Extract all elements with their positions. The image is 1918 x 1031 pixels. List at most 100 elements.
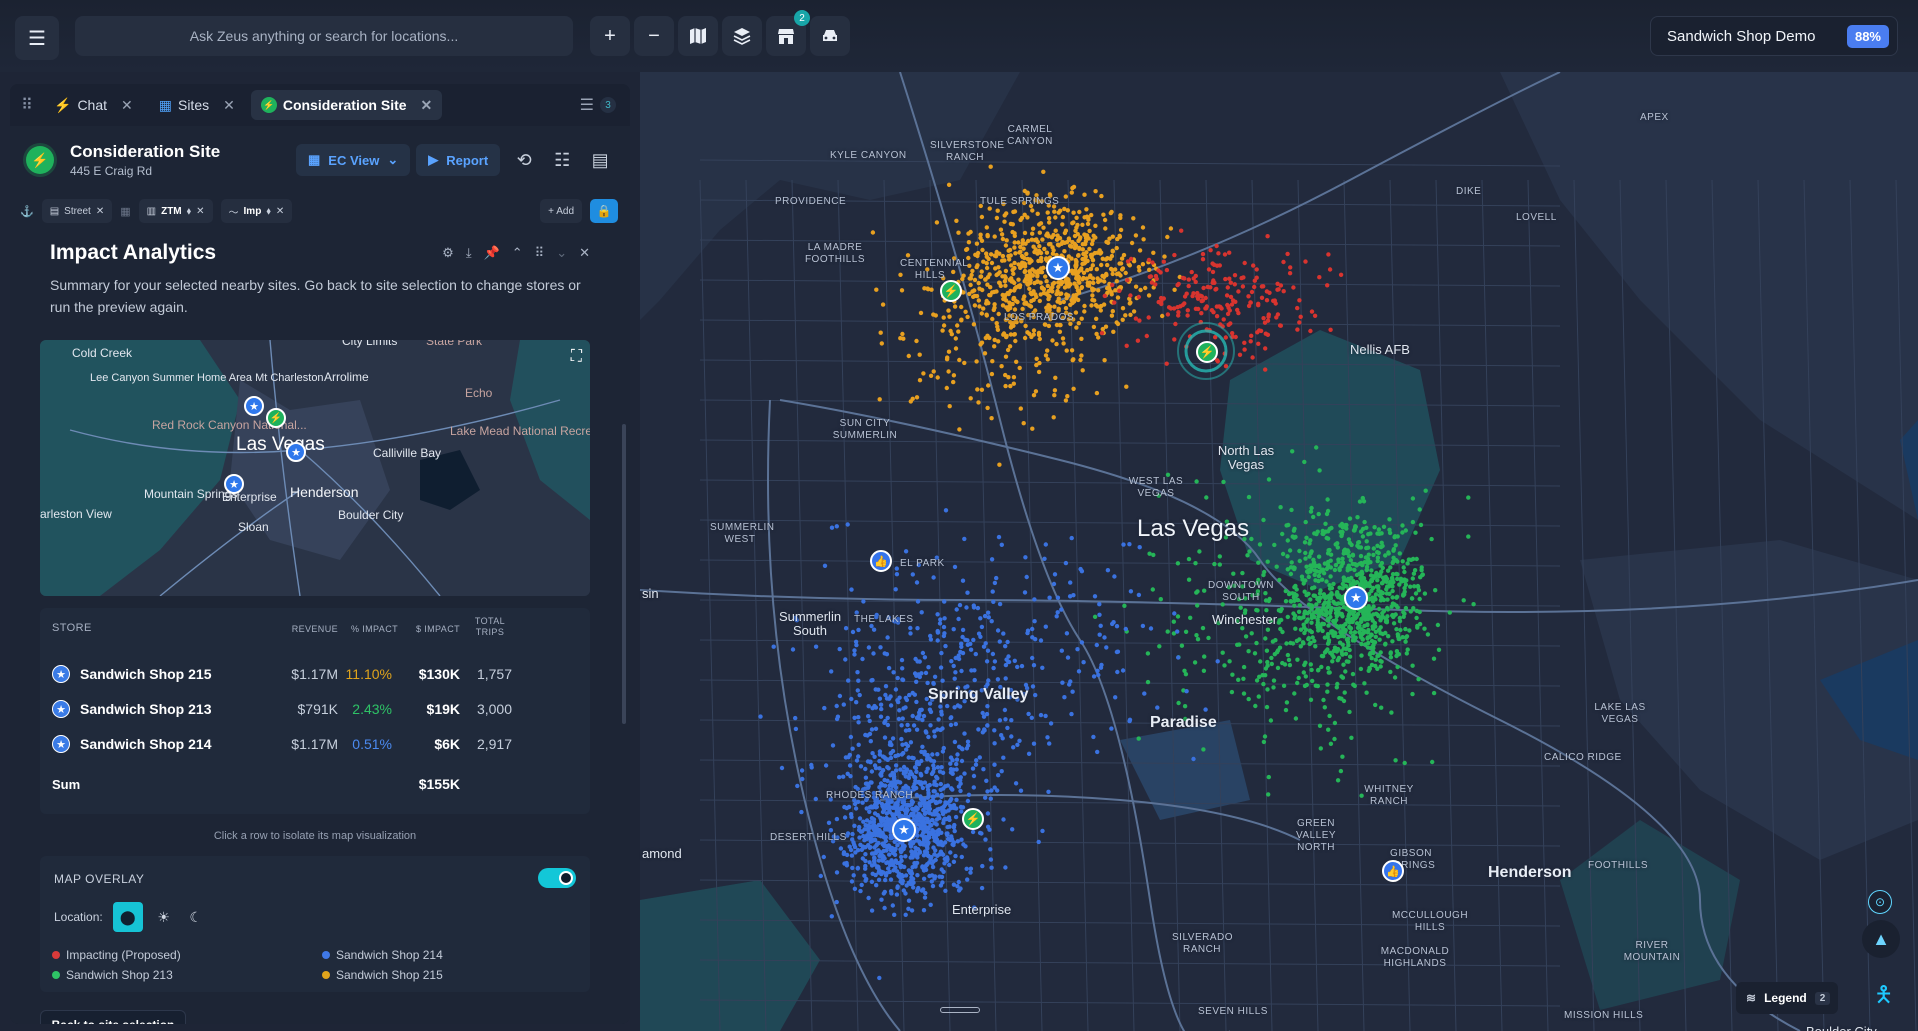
project-selector[interactable]: Sandwich Shop Demo 88%	[1650, 16, 1898, 56]
chevron-down-icon: ⌄	[387, 152, 399, 167]
legend-button[interactable]: ≋ Legend 2	[1736, 982, 1838, 1014]
bolt-icon: ⚡	[260, 97, 277, 113]
mini-site-marker[interactable]: ⚡	[266, 408, 286, 428]
store-marker-213[interactable]: ★	[1344, 586, 1368, 610]
mini-store-marker[interactable]: ★	[286, 442, 306, 462]
tab-sites[interactable]: ▦ Sites ✕	[149, 90, 245, 120]
chevron-down-icon[interactable]: ⌄	[556, 245, 567, 261]
table-row[interactable]: ★ Sandwich Shop 213 $791K 2.43% $19K 3,000	[40, 689, 590, 729]
map-label-downtown-south: DOWNTOWN SOUTH	[1207, 580, 1275, 603]
report-button[interactable]: ▶ Report	[416, 144, 501, 176]
drag-handle-icon[interactable]: ⠿	[535, 245, 545, 261]
col-header-total-trips: TOTAL TRIPS	[440, 616, 512, 638]
store-name: Sandwich Shop 214	[80, 736, 212, 752]
legend-count: 2	[1814, 991, 1831, 1005]
legend-label: Impacting (Proposed)	[66, 948, 181, 962]
scale-indicator	[940, 1007, 980, 1013]
impact-mini-map[interactable]: Cold Creek Lee Canyon Summer Home Area M…	[40, 340, 590, 596]
zoom-out-button[interactable]: −	[634, 16, 674, 56]
panel-scrollbar[interactable]	[622, 424, 626, 724]
recenter-icon[interactable]: ⊙	[1868, 890, 1892, 914]
liked-site-marker[interactable]: 👍	[870, 550, 892, 572]
store-dollar-impact: $6K	[434, 736, 460, 752]
map-label-the-lakes: THE LAKES	[854, 614, 914, 625]
fullscreen-icon[interactable]: ⛶	[571, 348, 582, 366]
table-row[interactable]: ★ Sandwich Shop 215 $1.17M 11.10% $130K 1,757	[40, 654, 590, 694]
history-icon[interactable]: ⟲	[510, 150, 538, 171]
map-label-nellis: Nellis AFB	[1350, 342, 1410, 357]
close-icon[interactable]: ✕	[96, 206, 104, 217]
zoom-in-button[interactable]: +	[590, 16, 630, 56]
close-icon[interactable]: ✕	[223, 97, 235, 114]
map-label-el-park: EL PARK	[900, 558, 945, 569]
project-progress-badge: 88%	[1846, 24, 1889, 48]
tab-label: Chat	[77, 97, 108, 113]
drag-handle-icon[interactable]: ⠿	[10, 95, 44, 115]
store-marker-214[interactable]: ★	[892, 818, 916, 842]
map-label-seven-hills: SEVEN HILLS	[1198, 1006, 1268, 1017]
legend-dot	[52, 951, 60, 959]
hamburger-menu-button[interactable]: ☰	[15, 16, 59, 60]
close-icon[interactable]: ✕	[276, 206, 284, 217]
back-to-site-selection-button[interactable]: Back to site selection	[40, 1010, 186, 1024]
proposed-site-marker[interactable]: ⚡	[1196, 341, 1218, 363]
close-icon[interactable]: ✕	[579, 245, 590, 261]
mini-store-marker[interactable]: ★	[224, 474, 244, 494]
street-view-pegman-icon[interactable]: 🯅	[1874, 978, 1893, 1007]
map-icon	[690, 28, 706, 44]
chip-imp[interactable]: 〜 Imp ⬧ ✕	[220, 199, 293, 223]
settings-sliders-icon[interactable]: ☷	[548, 150, 576, 171]
close-icon[interactable]: ✕	[421, 97, 433, 114]
overlay-toggle[interactable]	[538, 868, 576, 888]
tab-chat[interactable]: ⚡ Chat ✕	[44, 90, 143, 120]
ec-view-dropdown[interactable]: ▦ EC View ⌄	[296, 144, 411, 176]
lock-button[interactable]: 🔒	[590, 199, 618, 223]
chevron-up-icon[interactable]: ⌃	[512, 245, 523, 261]
overlay-title: MAP OVERLAY	[54, 872, 145, 886]
store-marker-215[interactable]: ★	[1046, 256, 1070, 280]
site-title: Consideration Site	[70, 142, 221, 161]
impact-description: Summary for your selected nearby sites. …	[50, 277, 581, 315]
chip-street[interactable]: ▤ Street ✕	[41, 199, 113, 223]
layers-button[interactable]	[722, 16, 762, 56]
impact-title: Impact Analytics	[50, 241, 217, 264]
legend-dot	[322, 971, 330, 979]
legend-label: Legend	[1764, 991, 1807, 1005]
legend-dot	[52, 971, 60, 979]
site-bolt-icon: ⚡	[26, 146, 54, 174]
add-layer-button[interactable]: + Add	[540, 199, 582, 223]
store-star-icon: ★	[52, 735, 70, 753]
sun-icon[interactable]: ☀	[153, 909, 175, 926]
search-input[interactable]: Ask Zeus anything or search for location…	[75, 16, 573, 56]
chip-ztm[interactable]: ▥ ZTM ⬧ ✕	[138, 199, 213, 223]
candidate-site-marker[interactable]: ⚡	[940, 280, 962, 302]
close-icon[interactable]: ✕	[121, 97, 133, 114]
chip-label: Street	[64, 205, 91, 217]
map-label-henderson: Henderson	[1488, 864, 1572, 881]
close-icon[interactable]: ✕	[196, 206, 204, 217]
comment-icon[interactable]: ▤	[586, 150, 614, 171]
map-label-kyle-canyon: KYLE CANYON	[830, 150, 907, 161]
sum-value: $155K	[418, 776, 460, 792]
panel-tabs: ⠿ ⚡ Chat ✕ ▦ Sites ✕ ⚡ Consideration Sit…	[10, 84, 630, 126]
liked-site-marker[interactable]: 👍	[1382, 860, 1404, 882]
mini-store-marker[interactable]: ★	[244, 396, 264, 416]
mini-map-label: arleston View	[40, 507, 112, 521]
store-total-trips: 2,917	[476, 736, 512, 752]
candidate-site-marker[interactable]: ⚡	[962, 808, 984, 830]
map-style-button[interactable]	[678, 16, 718, 56]
table-row[interactable]: ★ Sandwich Shop 214 $1.17M 0.51% $6K 2,917	[40, 724, 590, 764]
pin-icon[interactable]: 📌	[484, 245, 500, 261]
gear-icon[interactable]: ⚙	[442, 245, 454, 261]
impact-toolbar: ⚙ ⤓ 📌 ⌃ ⠿ ⌄ ✕	[442, 245, 590, 261]
play-icon: ▶	[428, 152, 439, 167]
download-icon[interactable]: ⤓	[466, 245, 472, 261]
col-header-total-trips-line1: TOTAL	[474, 616, 506, 626]
location-pin-icon[interactable]: ⬤	[112, 902, 143, 932]
tab-list-control[interactable]: ☰ 3	[580, 95, 616, 115]
drive-time-button[interactable]	[810, 16, 850, 56]
moon-icon[interactable]: ☾	[185, 909, 207, 926]
tab-consideration-site[interactable]: ⚡ Consideration Site ✕	[250, 90, 443, 120]
compass-icon[interactable]: ▲	[1862, 920, 1900, 958]
stores-button[interactable]: 2	[766, 10, 810, 56]
